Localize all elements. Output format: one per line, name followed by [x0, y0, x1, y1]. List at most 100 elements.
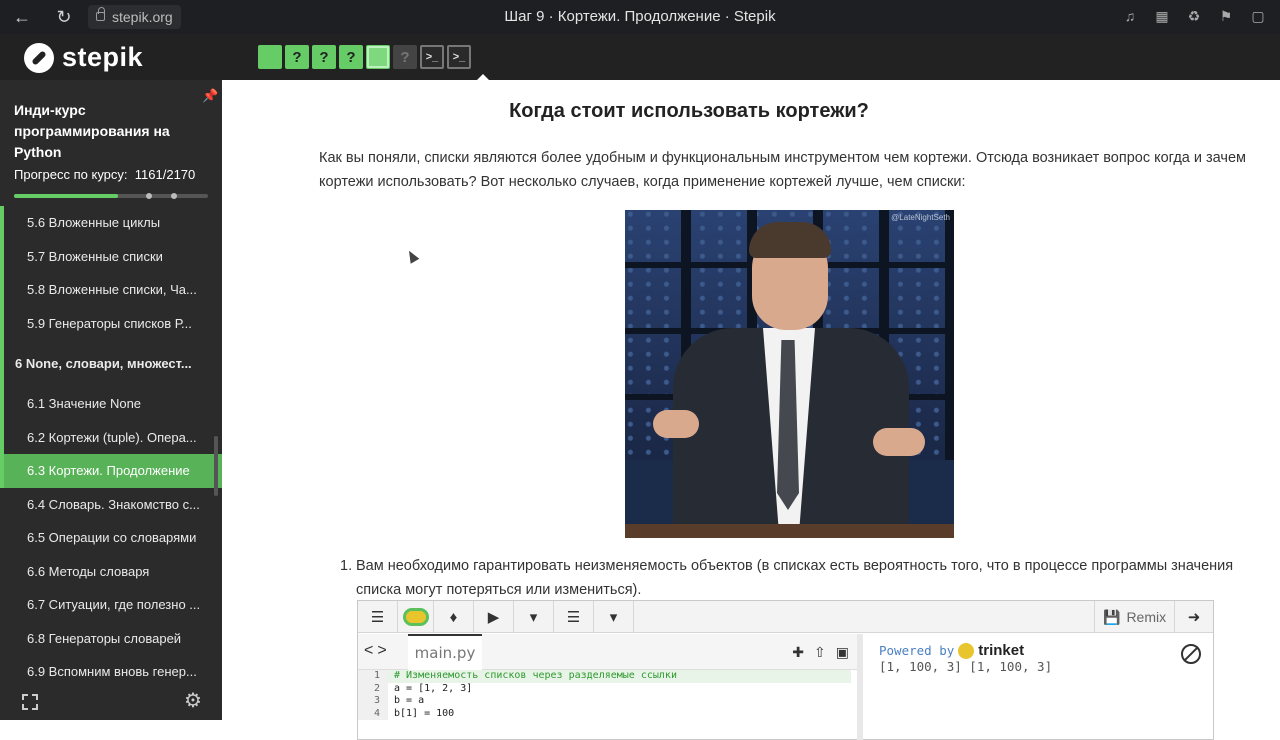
page-title: Когда стоит использовать кортежи?	[509, 100, 869, 122]
code-area[interactable]: 1 # Изменяемость списков через разделяемы…	[358, 670, 857, 740]
sidebar-lesson[interactable]: 6.4 Словарь. Знакомство с...	[0, 488, 222, 522]
list-number: 1.	[340, 558, 353, 574]
remix-label: Remix	[1126, 609, 1167, 625]
step-1[interactable]	[258, 45, 282, 69]
browser-chrome: ← ↻ stepik.org Шаг 9 · Кортежи. Продолже…	[0, 0, 1280, 34]
progress-bar	[14, 193, 208, 199]
sidebar-lesson[interactable]: 6.2 Кортежи (tuple). Опера...	[0, 420, 222, 455]
sidebar-lesson[interactable]: 5.9 Генераторы списков Р...	[0, 306, 222, 341]
trinket-brand-icon	[958, 642, 975, 659]
desk	[625, 524, 954, 538]
reload-icon[interactable]: ↻	[52, 5, 76, 29]
add-file-icon[interactable]: ✚	[792, 644, 804, 661]
back-arrow-icon[interactable]: ←	[10, 5, 34, 29]
progress-value: 1161/2170	[134, 167, 196, 182]
editor-tabs: <> main.py ✚ ⇧ ▣	[358, 634, 857, 670]
progress-marker	[171, 193, 177, 199]
trinket-logo-icon[interactable]	[398, 601, 434, 633]
code-text: # Изменяемость списков через разделяемые…	[388, 670, 851, 683]
fullscreen-icon[interactable]	[22, 694, 38, 710]
image-icon[interactable]: ▣	[836, 644, 849, 661]
line-number: 1	[358, 670, 388, 683]
login-icon[interactable]: ➜	[1174, 601, 1213, 633]
code-arrows-icon[interactable]: <>	[364, 642, 391, 660]
course-progress: Прогресс по курсу: 1161/2170	[14, 167, 208, 182]
sidebar-footer: ⚙	[0, 680, 222, 720]
sidebar-lesson[interactable]: 6.5 Операции со словарями	[0, 521, 222, 555]
tab-title: Шаг 9 · Кортежи. Продолжение · Stepik	[504, 8, 776, 25]
step-4[interactable]: ?	[339, 45, 363, 69]
share-options-chevron-icon[interactable]: ▾	[594, 601, 634, 633]
intro-paragraph: Как вы поняли, списки являются более удо…	[319, 150, 1246, 190]
run-options-chevron-icon[interactable]: ▾	[514, 601, 554, 633]
stepik-logo-icon	[24, 42, 54, 73]
list-item-text: Вам необходимо гарантировать неизменяемо…	[356, 558, 1234, 598]
powered-by[interactable]: Powered by trinket	[879, 642, 1203, 659]
menu-icon[interactable]: ☰	[358, 601, 398, 633]
editor-tools: ✚ ⇧ ▣	[792, 644, 849, 661]
course-title[interactable]: Инди-курс программирования на Python	[14, 100, 184, 163]
brand-name: stepik	[62, 42, 144, 72]
step-3[interactable]: ?	[312, 45, 336, 69]
image-watermark: @LateNightSeth	[891, 213, 950, 222]
step-2[interactable]: ?	[285, 45, 309, 69]
screenshot-icon[interactable]: ▢	[1248, 6, 1268, 26]
pin-icon[interactable]: 📌	[202, 88, 218, 104]
code-editor: <> main.py ✚ ⇧ ▣ 1 # Изменяемость списков…	[358, 634, 863, 740]
output-panel: Powered by trinket [1, 100, 3] [1, 100, …	[869, 634, 1213, 740]
sidebar-lesson[interactable]: 5.8 Вложенные списки, Ча...	[0, 273, 222, 307]
sidebar-module[interactable]: 6 None, словари, множест...	[0, 340, 222, 387]
step-12[interactable]: >_	[447, 45, 471, 69]
person-left-hand	[653, 410, 699, 438]
save-icon: 💾	[1103, 608, 1121, 625]
lesson-list: 5.6 Вложенные циклы 5.7 Вложенные списки 5…	[0, 206, 222, 689]
python-icon[interactable]: ♦	[434, 601, 474, 633]
code-text: b[1] = 100	[394, 707, 455, 719]
browser-toolbar-icons: ♫ ▦ ♻ ⚑ ▢	[1120, 6, 1268, 26]
person-hair	[749, 222, 831, 258]
sidebar-lesson[interactable]: 6.8 Генераторы словарей	[0, 622, 222, 656]
trinket-brand: trinket	[978, 642, 1025, 659]
reaction-gif: @LateNightSeth	[625, 210, 954, 538]
code-line: 2 a = [1, 2, 3]	[358, 682, 857, 695]
stepik-logo[interactable]: stepik	[24, 42, 143, 73]
sidebar-lesson[interactable]: 5.7 Вложенные списки	[0, 239, 222, 274]
trinket-widget: ☰ ♦ ▶ ▾ ☰ ▾ 💾 Remix ➜ <> main.py ✚ ⇧ ▣ 1…	[357, 600, 1214, 740]
run-button[interactable]: ▶	[474, 601, 514, 633]
course-sidebar: Инди-курс программирования на Python 📌 П…	[0, 80, 222, 720]
headphones-icon[interactable]: ♫	[1120, 6, 1140, 26]
bookmark-icon[interactable]: ⚑	[1216, 6, 1236, 26]
line-number: 4	[358, 707, 388, 720]
gear-icon[interactable]: ⚙	[184, 688, 202, 713]
sidebar-lesson[interactable]: 6.7 Ситуации, где полезно ...	[0, 588, 222, 622]
code-text: a = [1, 2, 3]	[394, 682, 473, 694]
line-number: 2	[358, 682, 388, 695]
sidebar-lesson[interactable]: 6.1 Значение None	[0, 387, 222, 421]
save-icon[interactable]: ▦	[1152, 6, 1172, 26]
step-9[interactable]	[366, 45, 390, 69]
program-output: [1, 100, 3] [1, 100, 3]	[879, 659, 1053, 674]
address-bar[interactable]: stepik.org	[88, 5, 181, 29]
progress-label: Прогресс по курсу:	[14, 167, 128, 182]
remix-button[interactable]: 💾 Remix	[1094, 601, 1174, 633]
code-line: 3 b = a	[358, 695, 857, 708]
extensions-icon[interactable]: ♻	[1184, 6, 1204, 26]
progress-marker	[146, 193, 152, 199]
share-icon[interactable]: ☰	[554, 601, 594, 633]
step-11[interactable]: >_	[420, 45, 444, 69]
file-tab-main[interactable]: main.py	[408, 634, 482, 670]
sidebar-lesson[interactable]: 5.6 Вложенные циклы	[0, 206, 222, 240]
sidebar-lesson[interactable]: 6.3 Кортежи. Продолжение	[0, 454, 222, 488]
step-10[interactable]: ?	[393, 45, 417, 69]
trinket-toolbar: ☰ ♦ ▶ ▾ ☰ ▾ 💾 Remix ➜	[358, 601, 1213, 633]
code-line: 1 # Изменяемость списков через разделяемы…	[358, 670, 857, 683]
sidebar-scrollbar[interactable]	[214, 436, 218, 496]
code-text: b = a	[394, 695, 425, 706]
upload-icon[interactable]: ⇧	[814, 644, 826, 661]
stop-icon[interactable]	[1181, 644, 1201, 664]
progress-bar-fill	[14, 194, 118, 198]
step-content: Когда стоит использовать кортежи? Как вы…	[222, 80, 1280, 740]
powered-by-label: Powered by	[879, 643, 955, 658]
sidebar-lesson[interactable]: 6.6 Методы словаря	[0, 555, 222, 589]
code-line: 4 b[1] = 100	[358, 707, 857, 720]
